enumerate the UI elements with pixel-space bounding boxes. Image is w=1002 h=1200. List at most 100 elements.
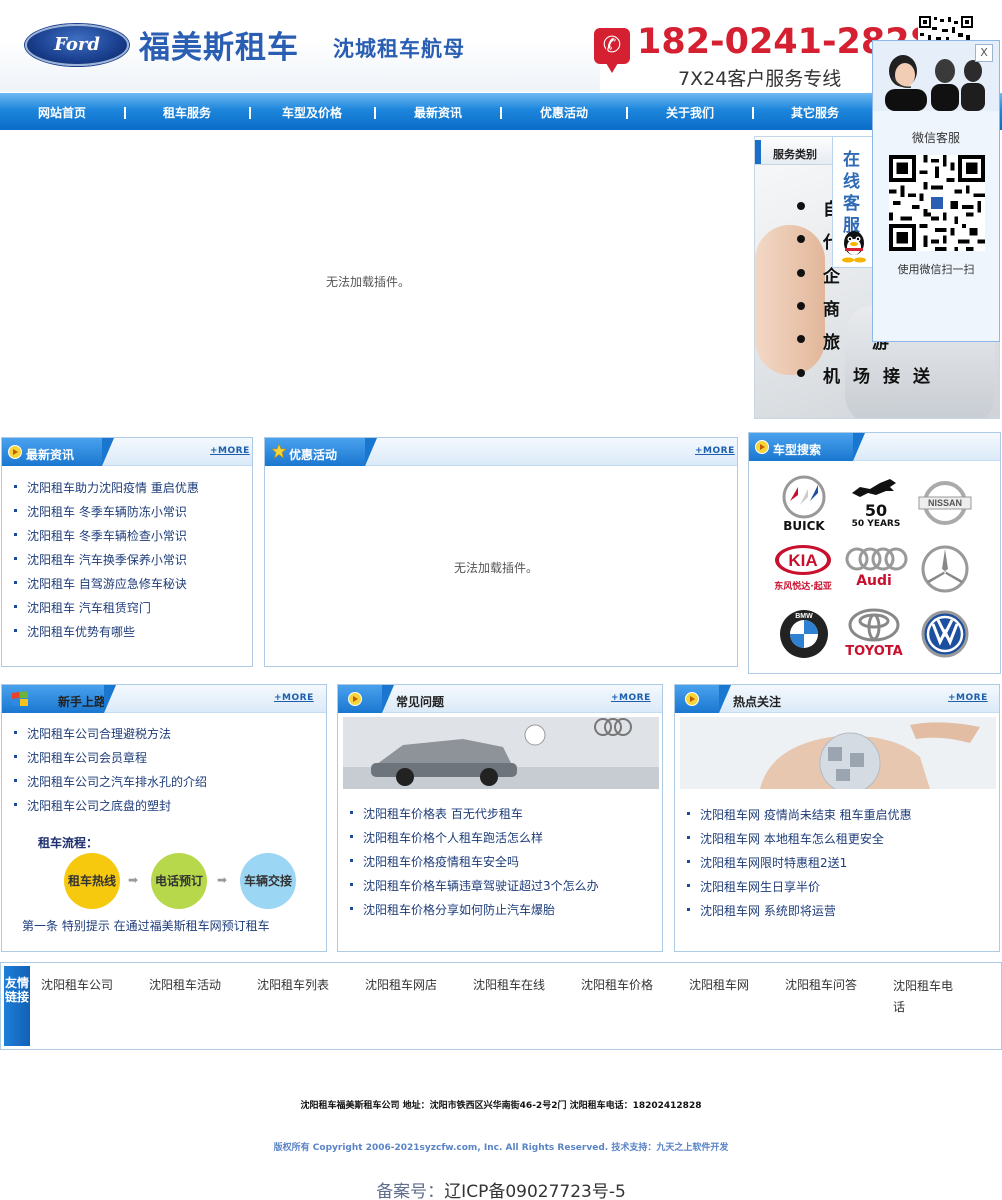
nissan-logo[interactable]: NISSAN <box>915 475 975 537</box>
nav-rental-service[interactable]: 租车服务 <box>137 93 237 130</box>
process-step: 车辆交接 <box>240 853 296 909</box>
friend-link[interactable]: 沈阳租车列表 <box>257 976 329 993</box>
wechat-popup-title: 微信客服 <box>911 131 960 145</box>
friend-link[interactable]: 沈阳租车电话 <box>893 976 963 1018</box>
list-item[interactable]: 沈阳租车公司合理避税方法 <box>13 725 171 742</box>
list-item[interactable]: 沈阳租车 汽车换季保养小常识 <box>14 551 187 568</box>
svg-text:BMW: BMW <box>795 613 813 620</box>
buick-logo[interactable]: BUICK <box>774 475 834 537</box>
service-line: 7X24客户服务专线 <box>678 68 842 90</box>
friend-link[interactable]: 沈阳租车问答 <box>785 976 857 993</box>
online-service-tab[interactable]: 在线客服 <box>832 136 874 268</box>
newbie-box: 新手上路 +MORE 沈阳租车公司合理避税方法 沈阳租车公司会员章程 沈阳租车公… <box>1 684 327 952</box>
car-search-title: 车型搜索 <box>773 443 822 457</box>
list-item[interactable]: 沈阳租车网 疫情尚未结束 租车重启优惠 <box>687 806 912 823</box>
bmw-logo[interactable]: BMW <box>778 608 838 670</box>
nav-home[interactable]: 网站首页 <box>12 93 112 130</box>
brand-name: 福美斯租车 <box>139 30 299 66</box>
arrow-right-icon: ➡ <box>128 873 139 887</box>
list-item[interactable]: 沈阳租车助力沈阳疫情 重启优惠 <box>14 479 199 496</box>
friend-link[interactable]: 沈阳租车价格 <box>581 976 653 993</box>
latest-news-more-link[interactable]: +MORE <box>210 446 250 456</box>
phone-icon: ✆ <box>594 28 630 73</box>
nav-separator <box>752 107 754 119</box>
audi-logo[interactable]: Audi <box>844 545 908 607</box>
mustang-logo[interactable]: 50 50 YEARS <box>846 475 906 537</box>
process-step: 租车热线 <box>64 853 120 909</box>
list-item[interactable]: 沈阳租车公司之汽车排水孔的介绍 <box>13 773 207 790</box>
arrow-right-icon: ➡ <box>217 873 228 887</box>
promotions-plugin-message: 无法加载插件。 <box>454 561 539 575</box>
list-item[interactable]: 沈阳租车网限时特惠租2送1 <box>686 854 847 871</box>
services-tab[interactable]: 服务类别 <box>755 137 839 165</box>
services-photo-hand <box>755 225 825 375</box>
vw-icon <box>921 610 969 658</box>
puzzle-globe-image <box>680 717 996 789</box>
nav-other-services[interactable]: 其它服务 <box>765 93 865 130</box>
promotions-box: 优惠活动 +MORE 无法加载插件。 <box>264 437 738 667</box>
nav-separator <box>124 107 126 119</box>
hot-topics-more-link[interactable]: +MORE <box>948 693 988 703</box>
nav-promotions[interactable]: 优惠活动 <box>514 93 614 130</box>
ford-logo[interactable]: Ford <box>25 24 129 66</box>
windows-flag-icon <box>12 691 28 706</box>
promotions-more-link[interactable]: +MORE <box>695 446 735 456</box>
hot-topics-title: 热点关注 <box>733 695 782 709</box>
nav-about-us[interactable]: 关于我们 <box>640 93 740 130</box>
kia-logo[interactable]: KIA 东风悦达·起亚 <box>771 543 832 605</box>
process-title: 租车流程： <box>38 836 99 850</box>
list-item[interactable]: 沈阳租车 冬季车辆检查小常识 <box>14 527 187 544</box>
mercedes-star-icon <box>921 545 969 593</box>
list-item[interactable]: 沈阳租车价格表 百无代步租车 <box>350 805 523 822</box>
list-item[interactable]: 沈阳租车价格分享如何防止汽车爆胎 <box>349 901 555 918</box>
list-item[interactable]: 沈阳租车公司之底盘的塑封 <box>13 797 171 814</box>
list-item[interactable]: 沈阳租车 冬季车辆防冻小常识 <box>14 503 187 520</box>
nav-models-prices[interactable]: 车型及价格 <box>262 93 362 130</box>
list-item[interactable]: 沈阳租车价格疫情租车安全吗 <box>349 853 519 870</box>
kia-icon: KIA <box>775 545 831 575</box>
friend-link[interactable]: 沈阳租车活动 <box>149 976 221 993</box>
mercedes-logo[interactable] <box>917 543 977 605</box>
close-button[interactable]: X <box>975 44 993 62</box>
svg-text:KIA: KIA <box>788 551 817 570</box>
bullet-arrow-icon <box>348 692 362 706</box>
process-step: 电话预订 <box>151 853 207 909</box>
faq-title: 常见问题 <box>396 695 445 709</box>
qq-penguin-icon[interactable] <box>840 229 868 263</box>
promotions-title: 优惠活动 <box>289 448 338 462</box>
list-item[interactable]: 沈阳租车 汽车租赁窍门 <box>14 599 151 616</box>
faq-more-link[interactable]: +MORE <box>611 693 651 703</box>
nav-latest-news[interactable]: 最新资讯 <box>388 93 488 130</box>
friend-link[interactable]: 沈阳租车网店 <box>365 976 437 993</box>
friend-links-tag: 友情链接 <box>4 966 30 1046</box>
friend-link[interactable]: 沈阳租车在线 <box>473 976 545 993</box>
faq-car-banner-image <box>343 717 659 789</box>
svg-text:NISSAN: NISSAN <box>928 498 962 508</box>
faq-box: 常见问题 +MORE 沈阳租车价格表 百无代步租车 沈阳租车价格个人租车跑活怎么… <box>337 684 663 952</box>
list-item[interactable]: 沈阳租车网 系统即将运营 <box>687 902 836 919</box>
newbie-more-link[interactable]: +MORE <box>274 693 314 703</box>
service-item[interactable]: 机场接送 <box>797 362 943 387</box>
list-item[interactable]: 沈阳租车公司会员章程 <box>13 749 147 766</box>
latest-news-title: 最新资讯 <box>26 448 75 462</box>
list-item[interactable]: 沈阳租车网 本地租车怎么租更安全 <box>687 830 884 847</box>
friend-link[interactable]: 沈阳租车网 <box>689 976 749 993</box>
icp-number-link[interactable]: 辽ICP备09027723号-5 <box>444 1182 626 1200</box>
brand-slogan: 沈城租车航母 <box>333 37 465 61</box>
buick-icon <box>782 475 826 519</box>
friend-link[interactable]: 沈阳租车公司 <box>41 976 113 993</box>
newbie-footnote[interactable]: 第一条 特别提示 在通过福美斯租车网预订租车 <box>22 917 270 934</box>
list-item[interactable]: 沈阳租车价格个人租车跑活怎么样 <box>349 829 543 846</box>
toyota-logo[interactable]: TOYOTA <box>844 608 904 670</box>
bullet-arrow-icon <box>685 692 699 706</box>
nav-separator <box>500 107 502 119</box>
wechat-qr-code-icon <box>889 155 985 251</box>
list-item[interactable]: 沈阳租车价格车辆违章驾驶证超过3个怎么办 <box>350 877 599 894</box>
list-item[interactable]: 沈阳租车优势有哪些 <box>13 623 135 640</box>
list-item[interactable]: 沈阳租车网生日享半价 <box>686 878 820 895</box>
bullet-arrow-icon <box>8 445 22 459</box>
list-item[interactable]: 沈阳租车 自驾游应急修车秘诀 <box>14 575 187 592</box>
nissan-icon: NISSAN <box>918 481 972 525</box>
volkswagen-logo[interactable] <box>919 608 979 670</box>
newbie-title: 新手上路 <box>58 695 107 709</box>
